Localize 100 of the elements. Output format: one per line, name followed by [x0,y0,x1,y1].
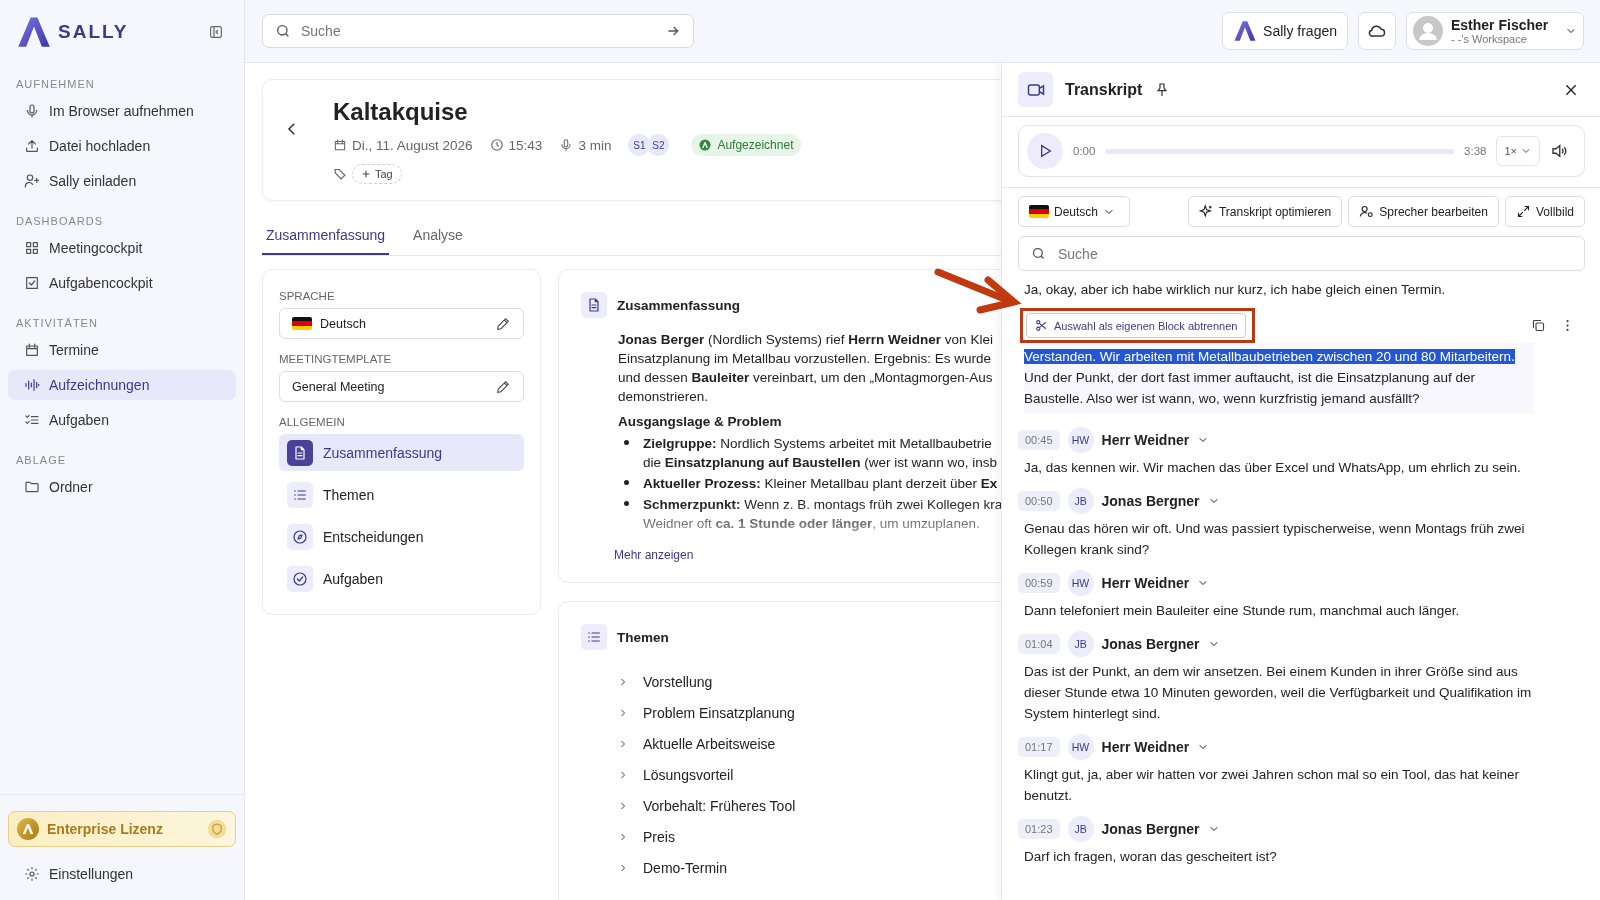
toolbar-button[interactable]: Sprecher bearbeiten [1348,196,1499,227]
scissors-icon [1035,319,1048,332]
template-field[interactable]: General Meeting [279,371,524,402]
timestamp[interactable]: 01:23 [1018,819,1060,839]
summary-heading: Ausgangslage & Problem [618,414,782,429]
speaker-name[interactable]: Jonas Bergner [1101,636,1200,652]
checkbox-icon [24,275,40,291]
topic-item[interactable]: Problem Einsatzplanung [617,697,795,728]
ask-sally-button[interactable]: Sally fragen [1222,12,1348,50]
toolbar-button[interactable]: Transkript optimieren [1187,196,1343,227]
microphone-icon [24,103,40,119]
speed-dropdown[interactable]: 1× [1496,136,1540,166]
summary-paragraph: Jonas Berger (Nordlich Systems) rief Herrn Weidner von Klei Einsatzplanung im Metallbau vorzustellen. Ergebnis: Es wurde und dessen Bauleiter vereinbart, um den „Montagmorgen-Aus demonstrieren. [618,331,993,406]
nav-item[interactable]: Meetingcockpit [8,233,236,263]
speaker-avatar: S2 [647,134,670,156]
speaker-name[interactable]: Herr Weidner [1101,432,1190,448]
speaker-name[interactable]: Jonas Bergner [1101,821,1200,837]
nav-item[interactable]: Datei hochladen [8,131,236,161]
user-menu[interactable]: Esther Fischer - -'s Workspace [1406,12,1584,50]
transcript-text: Das ist der Punkt, an dem wir ansetzen. Bei einem Kunden in ihrer Größe sind aus dieser Stunde etwa 10 Minuten geworden, weil die Verfügbarkeit und Qualifikation im System hinterlegt sind. [1024,663,1533,723]
section-item[interactable]: Aufgaben [279,560,524,597]
language-dropdown[interactable]: Deutsch [1018,196,1130,227]
topic-item[interactable]: Vorstellung [617,666,713,697]
section-heading: AUFNEHMEN [15,77,96,92]
transcript-text: Verstanden. Wir arbeiten mit Metallbaubetrieben zwischen 20 und 80 Mitarbeitern. Und der Punkt, der dort fast immer auftaucht, ist die Einsatzplanung auf der Baustelle. Also wer ist wann, wo, wenn kurzfristig jemand ausfällt? [1024,343,1534,413]
collapse-sidebar-icon[interactable] [208,24,224,40]
play-button[interactable] [1027,133,1063,169]
logo-badge-icon [17,818,39,840]
app-logo-text: SALLY [58,21,129,43]
german-flag-icon [292,317,312,330]
nav-item[interactable]: Im Browser aufnehmen [8,96,236,126]
logo-icon [1233,19,1258,43]
speaker-name[interactable]: Herr Weidner [1101,575,1190,591]
german-flag-icon [1029,205,1049,218]
bullet-icon [624,440,629,445]
waveform-icon [24,377,40,393]
clock-icon [489,138,504,152]
topic-item[interactable]: Vorbehalt: Früheres Tool [617,790,796,821]
topic-item[interactable]: Demo-Termin [617,852,727,883]
topic-item[interactable]: Preis [617,821,675,852]
section-heading: ABLAGE [15,453,68,468]
nav-item[interactable]: Aufzeichnungen [8,370,236,400]
copy-icon[interactable] [1531,318,1546,333]
topic-item[interactable]: Aktuelle Arbeitsweise [617,728,776,759]
timestamp[interactable]: 00:50 [1018,491,1060,511]
transcript-text: Klingt gut, ja, aber wir hatten vor zwei Jahren schon mal so ein Tool, das hat keiner benutzt. [1024,766,1521,805]
speaker-avatar: JB [1067,631,1094,657]
search-bar[interactable]: Suche [262,14,694,48]
search-icon [275,23,291,39]
avatar-icon [1413,16,1443,46]
add-tag-button[interactable]: Tag [352,164,402,184]
meeting-date: Di., 11. August 2026 [352,137,473,153]
document-icon [292,444,308,461]
timestamp[interactable]: 01:04 [1018,634,1060,654]
meeting-title: Kaltakquise [333,98,469,126]
bullet-icon [624,480,629,485]
tab[interactable]: Analyse [409,213,467,255]
total-time: 3:38 [1464,145,1487,157]
card-title: Zusammenfassung [617,297,741,313]
status-badge: Aufgezeichnet [691,134,802,156]
section-item[interactable]: Entscheidungen [279,518,524,555]
transcript-search-input[interactable]: Suche [1056,244,1572,263]
nav-item[interactable]: Aufgabencockpit [8,268,236,298]
section-item[interactable]: Themen [279,476,524,513]
tag-icon [333,166,348,182]
nav-item[interactable]: Ordner [8,472,236,502]
settings-item[interactable]: Einstellungen [8,859,236,889]
transcript-text: Dann telefoniert mein Bauleiter eine Stunde rum, manchmal auch länger. [1024,602,1461,620]
transcript-search-bar[interactable]: Suche [1018,236,1585,271]
topic-item[interactable]: Lösungsvorteil [617,759,734,790]
speaker-name[interactable]: Herr Weidner [1101,739,1190,755]
microphone-icon [559,138,574,152]
user-name: Esther Fischer [1451,17,1549,33]
section-item[interactable]: Zusammenfassung [279,434,524,471]
nav-item[interactable]: Termine [8,335,236,365]
nav-item[interactable]: Aufgaben [8,405,236,435]
language-field[interactable]: Deutsch [279,308,524,339]
bullet-text: Aktueller Prozess: Kleiner Metallbau plant derzeit über Ex [643,475,998,493]
list-icon [586,629,602,645]
tab[interactable]: Zusammenfassung [262,213,390,255]
speaker-name[interactable]: Jonas Bergner [1101,493,1200,509]
cloud-button[interactable] [1358,12,1396,50]
bullet-icon [624,501,629,506]
document-icon [586,297,602,313]
search-input[interactable]: Suche [299,22,657,40]
compass-icon [292,528,308,545]
section-heading: DASHBOARDS [15,214,105,229]
volume-icon[interactable] [1550,142,1568,160]
split-block-button[interactable]: Auswahl als eigenen Block abtrennen [1026,313,1247,338]
grid-icon [24,240,40,256]
timestamp[interactable]: 01:17 [1018,737,1060,757]
toolbar-button[interactable]: Vollbild [1504,196,1585,227]
timestamp[interactable]: 00:45 [1018,430,1060,450]
timestamp[interactable]: 00:59 [1018,573,1060,593]
show-more-link[interactable]: Mehr anzeigen [614,548,694,562]
transcript-text: Ja, das kennen wir. Wir machen das über Excel und WhatsApp, um ehrlich zu sein. [1024,459,1522,477]
speaker-avatar: HW [1067,427,1094,453]
section-heading: ALLGEMEIN [279,416,346,428]
nav-item[interactable]: Sally einladen [8,166,236,196]
calendar-icon [24,342,40,358]
